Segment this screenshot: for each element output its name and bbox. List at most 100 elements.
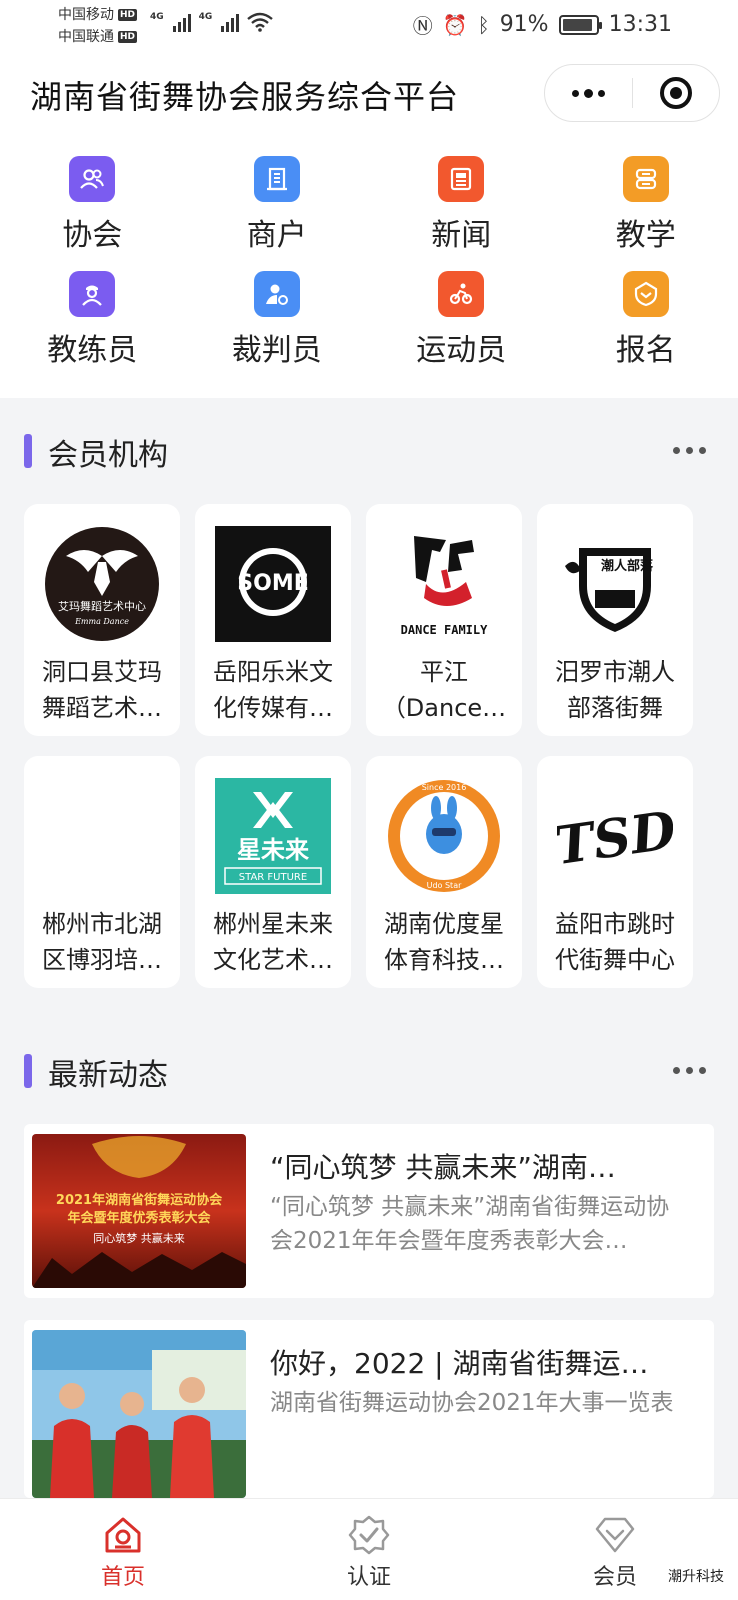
wifi-icon [247, 12, 274, 32]
news-section-header: 最新动态 [24, 1048, 714, 1093]
news-title: 你好，2022 | 湖南省街舞运… [270, 1347, 649, 1380]
nav-label: 协会 [62, 218, 123, 253]
alarm-icon: ⏰ [442, 12, 468, 37]
section-accent-bar [24, 434, 32, 468]
thumb-subtitle: 年会暨年度优秀表彰大会 [67, 1210, 211, 1226]
hd-badge: HD [118, 31, 138, 43]
tab-label: 会员 [592, 1565, 637, 1590]
org-name: 汨罗市潮人部落街舞 [555, 658, 675, 722]
org-card[interactable]: 星未来 STAR FUTURE 郴州星未来文化艺术… [195, 756, 351, 988]
nav-label: 新闻 [431, 218, 492, 253]
org-logo: Since 2016 Udo Star [386, 778, 502, 894]
news-summary: “同心筑梦 共赢未来”湖南省街舞运动协会2021年年会暨年度秀表彰大会… [270, 1194, 670, 1254]
org-logo: DANCE FAMILY [386, 526, 502, 642]
news-thumbnail [32, 1330, 246, 1498]
signal-indicators: 4G 4G [150, 12, 274, 32]
section-accent-bar [24, 1054, 32, 1088]
org-logo-text: DANCE FAMILY [401, 623, 488, 637]
member-org-grid: 艾玛舞蹈艺术中心 Emma Dance 洞口县艾玛舞蹈艺术… SOME 岳阳乐米… [24, 504, 714, 988]
nav-item-athlete[interactable]: 运动员 [369, 271, 554, 386]
nav-label: 教练员 [47, 333, 138, 368]
org-logo-subtext: STAR FUTURE [239, 872, 307, 883]
signup-icon [622, 271, 669, 317]
news-item[interactable]: 2021年湖南省街舞运动协会 年会暨年度优秀表彰大会 同心筑梦 共赢未来 “同心… [24, 1124, 714, 1298]
org-name: 郴州星未来文化艺术… [213, 910, 333, 974]
nav-item-signup[interactable]: 报名 [554, 271, 738, 386]
signal-icon [172, 12, 191, 32]
status-right: Ⓝ ⏰ ᛒ 91% 13:31 [413, 10, 672, 39]
nav-label: 运动员 [416, 333, 507, 368]
nav-item-coach[interactable]: 教练员 [0, 271, 185, 386]
athlete-icon [438, 271, 485, 317]
org-card[interactable]: SOME 岳阳乐米文化传媒有… [195, 504, 351, 736]
verify-icon [348, 1515, 390, 1555]
app-header: 湖南省街舞协会服务综合平台 [0, 52, 738, 138]
org-card[interactable]: TSD 益阳市跳时代街舞中心 [537, 756, 693, 988]
org-logo: 星未来 STAR FUTURE [215, 778, 331, 894]
home-icon [105, 1517, 141, 1553]
signal-icon [221, 12, 240, 32]
org-logo-text: Udo Star [427, 881, 462, 890]
clock: 13:31 [608, 12, 672, 37]
news-item[interactable]: 你好，2022 | 湖南省街舞运… 湖南省街舞运动协会2021年大事一览表 [24, 1320, 714, 1498]
org-logo: 艾玛舞蹈艺术中心 Emma Dance [44, 526, 160, 642]
org-name: 平江（Dance… [381, 658, 507, 722]
org-logo-text: 星未来 [237, 836, 310, 864]
news-thumbnail: 2021年湖南省街舞运动协会 年会暨年度优秀表彰大会 同心筑梦 共赢未来 [32, 1134, 246, 1288]
org-card[interactable]: 郴州市北湖区博羽培… [24, 756, 180, 988]
target-icon [659, 77, 692, 109]
thumb-title: 2021年湖南省街舞运动协会 [56, 1192, 223, 1208]
org-logo-text: 艾玛舞蹈艺术中心 [58, 600, 146, 613]
tab-label: 认证 [346, 1565, 391, 1590]
nav-label: 商户 [246, 218, 307, 253]
tab-home[interactable]: 首页 [0, 1499, 246, 1600]
org-card[interactable]: 潮人部落 汨罗市潮人部落街舞 [537, 504, 693, 736]
nav-label: 教学 [615, 218, 676, 253]
org-name: 岳阳乐米文化传媒有… [213, 658, 333, 722]
members-section-header: 会员机构 [24, 428, 714, 473]
carrier-1: 中国移动 [58, 7, 114, 23]
tab-verify[interactable]: 认证 [246, 1499, 492, 1600]
bottom-tab-bar: 首页 认证 会员 [0, 1498, 738, 1600]
org-logo-subtext: Since 2016 [422, 783, 467, 792]
org-card[interactable]: 艾玛舞蹈艺术中心 Emma Dance 洞口县艾玛舞蹈艺术… [24, 504, 180, 736]
nav-item-association[interactable]: 协会 [0, 156, 185, 271]
nav-item-teaching[interactable]: 教学 [554, 156, 738, 271]
close-mini-program-button[interactable] [633, 65, 720, 121]
building-icon [253, 156, 300, 202]
news-more-button[interactable] [664, 1052, 714, 1088]
newspaper-icon [438, 156, 485, 202]
more-menu-button[interactable] [545, 65, 632, 121]
battery-fill [562, 18, 592, 31]
news-title: “同心筑梦 共赢未来”湖南… [270, 1151, 616, 1184]
members-more-button[interactable] [664, 432, 714, 468]
org-card[interactable]: Since 2016 Udo Star 湖南优度星体育科技… [366, 756, 522, 988]
tab-label: 首页 [100, 1565, 145, 1590]
nav-label: 裁判员 [231, 333, 322, 368]
nav-item-news[interactable]: 新闻 [369, 156, 554, 271]
battery-icon [558, 14, 602, 35]
quick-nav-grid: 协会 商户 新闻 教学 教练员 裁判员 运动员 报名 [0, 138, 738, 398]
battery-percent: 91% [499, 12, 549, 37]
org-name: 郴州市北湖区博羽培… [42, 910, 162, 974]
org-logo-text: SOME [237, 571, 308, 596]
org-logo-subtext: Emma Dance [74, 617, 129, 626]
news-summary: 湖南省街舞运动协会2021年大事一览表 [270, 1390, 674, 1416]
people-icon [69, 156, 116, 202]
org-logo: SOME [215, 526, 331, 642]
org-name: 湖南优度星体育科技… [384, 910, 504, 974]
page-title: 湖南省街舞协会服务综合平台 [30, 78, 460, 116]
org-name: 洞口县艾玛舞蹈艺术… [42, 658, 162, 722]
nfc-icon: Ⓝ [412, 14, 433, 38]
nav-item-merchant[interactable]: 商户 [185, 156, 370, 271]
nav-label: 报名 [615, 333, 676, 368]
coach-icon [69, 271, 116, 317]
member-diamond-icon [595, 1517, 635, 1553]
thumb-slogan: 同心筑梦 共赢未来 [93, 1231, 185, 1245]
org-card[interactable]: DANCE FAMILY 平江（Dance… [366, 504, 522, 736]
org-logo: TSD [557, 778, 673, 894]
nav-item-referee[interactable]: 裁判员 [185, 271, 370, 386]
section-title: 会员机构 [48, 438, 168, 473]
referee-icon [253, 271, 300, 317]
org-name: 益阳市跳时代街舞中心 [555, 910, 675, 974]
